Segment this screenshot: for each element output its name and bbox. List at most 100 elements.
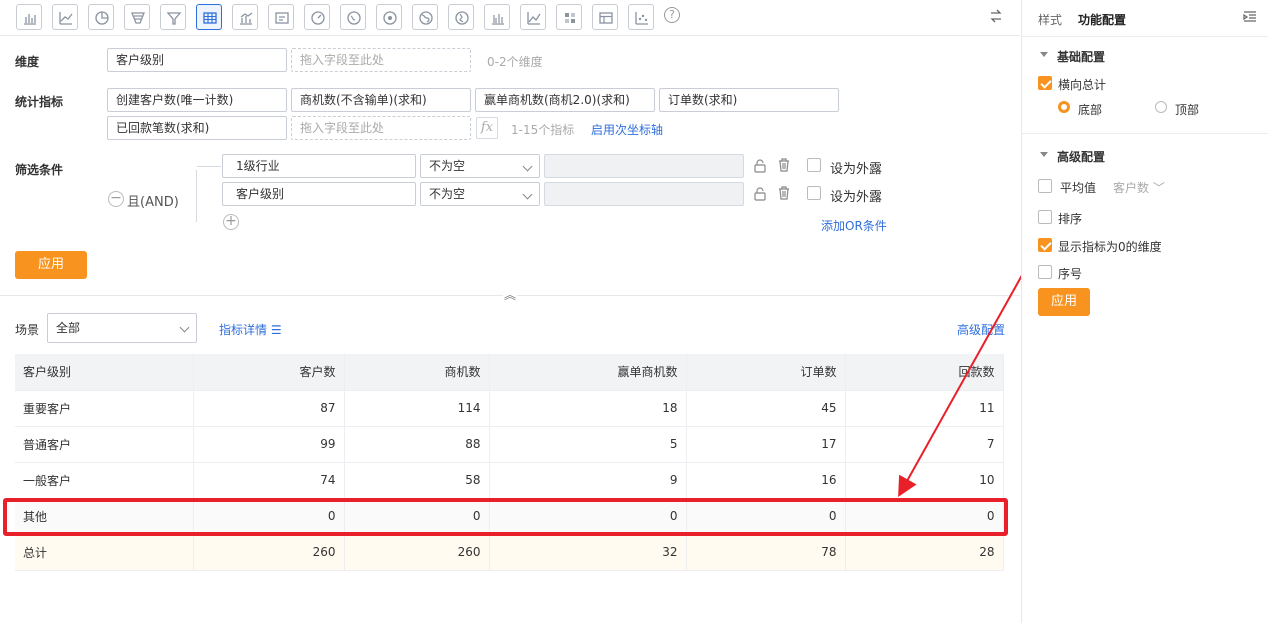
column-header[interactable]: 赢单商机数: [489, 354, 687, 391]
column-header[interactable]: 客户级别: [15, 354, 194, 391]
column-header[interactable]: 订单数: [686, 354, 846, 391]
filter-operator-select[interactable]: 不为空: [420, 154, 540, 178]
table-cell: 28: [845, 534, 1004, 571]
dimension-drop-zone[interactable]: 拖入字段至此处: [291, 48, 471, 72]
filter-label: 筛选条件: [15, 163, 64, 177]
show-zero-dims-label: 显示指标为0的维度: [1058, 240, 1162, 254]
table-cell: 5: [489, 426, 687, 463]
lock-icon[interactable]: [753, 158, 767, 177]
indicator-card-icon[interactable]: [268, 4, 294, 30]
combo-chart-icon[interactable]: [232, 4, 258, 30]
expose-checkbox[interactable]: [807, 158, 821, 172]
map-icon[interactable]: [340, 4, 366, 30]
table-cell: 45: [686, 390, 846, 427]
table-cell: 58: [344, 462, 490, 499]
heatmap-icon[interactable]: [556, 4, 582, 30]
metrics-label: 统计指标: [15, 95, 64, 109]
apply-button[interactable]: 应用: [15, 251, 87, 279]
panel-divider: [1022, 36, 1268, 37]
table-cell: 0: [193, 498, 345, 535]
pie-chart-icon[interactable]: [88, 4, 114, 30]
collapse-up-icon[interactable]: ︽: [503, 288, 517, 302]
chevron-down-icon: [179, 322, 190, 333]
tab-style[interactable]: 样式: [1038, 11, 1062, 28]
table-cell: 260: [193, 534, 345, 571]
table-row: 普通客户 99 88 5 17 7: [15, 426, 1004, 463]
table-cell: 0: [489, 498, 687, 535]
panel-apply-button[interactable]: 应用: [1038, 288, 1090, 316]
metrics-drop-zone[interactable]: 拖入字段至此处: [291, 116, 471, 140]
radio-top[interactable]: [1155, 101, 1167, 113]
metric-chip[interactable]: 已回款笔数(求和): [107, 116, 287, 140]
table-cell: 重要客户: [15, 390, 194, 427]
average-checkbox[interactable]: [1038, 179, 1052, 193]
formula-icon[interactable]: fx: [476, 117, 498, 139]
table-cell: 114: [344, 390, 490, 427]
tab-function-config[interactable]: 功能配置: [1078, 11, 1126, 28]
metric-chip[interactable]: 商机数(不含输单)(求和): [291, 88, 471, 112]
indent-icon[interactable]: [1243, 10, 1257, 27]
radio-top-label: 顶部: [1175, 103, 1200, 117]
line-chart-icon[interactable]: [52, 4, 78, 30]
trash-icon[interactable]: [777, 185, 791, 204]
table-cell: 99: [193, 426, 345, 463]
scatter-icon[interactable]: [628, 4, 654, 30]
advanced-config-link[interactable]: 高级配置: [957, 321, 1005, 338]
collapse-logic-icon[interactable]: −: [108, 191, 124, 207]
sort-checkbox[interactable]: [1038, 210, 1052, 224]
show-zero-dims-checkbox[interactable]: [1038, 238, 1052, 252]
table-icon[interactable]: [196, 4, 222, 30]
filter-value-input: [544, 182, 744, 206]
filter-value-input: [544, 154, 744, 178]
total-row: 总计 260 260 32 78 28: [15, 534, 1004, 571]
trash-icon[interactable]: [777, 157, 791, 176]
column-header[interactable]: 回款数: [845, 354, 1004, 391]
help-icon[interactable]: ?: [664, 7, 680, 23]
globe-alt-icon[interactable]: [448, 4, 474, 30]
table-cell: 18: [489, 390, 687, 427]
expose-checkbox[interactable]: [807, 186, 821, 200]
table-cell: 32: [489, 534, 687, 571]
column-header[interactable]: 商机数: [344, 354, 490, 391]
filter-field[interactable]: 1级行业: [222, 154, 416, 178]
collapse-triangle-icon[interactable]: [1040, 52, 1048, 57]
report-table: 客户级别 客户数 商机数 赢单商机数 订单数 回款数 重要客户 87 114 1…: [15, 354, 1004, 571]
filter-logic-label[interactable]: 且(AND): [127, 191, 179, 210]
add-or-condition-link[interactable]: 添加OR条件: [821, 217, 887, 234]
table-cell: 88: [344, 426, 490, 463]
filter-operator-select[interactable]: 不为空: [420, 182, 540, 206]
scene-select[interactable]: 全部: [47, 313, 197, 343]
dimension-field-chip[interactable]: 客户级别: [107, 48, 287, 72]
area-chart-icon[interactable]: [520, 4, 546, 30]
column-header[interactable]: 客户数: [193, 354, 345, 391]
table-cell: 0: [686, 498, 846, 535]
swap-icon[interactable]: [988, 8, 1004, 24]
gauge-icon[interactable]: [304, 4, 330, 30]
collapse-triangle-icon[interactable]: [1040, 152, 1048, 157]
chevron-down-icon: ﹀: [1152, 181, 1165, 195]
horizontal-total-checkbox[interactable]: [1038, 76, 1052, 90]
column-chart-icon[interactable]: [484, 4, 510, 30]
secondary-axis-link[interactable]: 启用次坐标轴: [591, 121, 663, 138]
lock-icon[interactable]: [753, 186, 767, 205]
radio-bottom[interactable]: [1058, 101, 1070, 113]
metric-chip[interactable]: 创建客户数(唯一计数): [107, 88, 287, 112]
average-metric-select: 客户数 ﹀: [1113, 181, 1165, 195]
table-cell: 16: [686, 462, 846, 499]
metric-chip[interactable]: 赢单商机数(商机2.0)(求和): [475, 88, 655, 112]
add-condition-icon[interactable]: +: [223, 214, 239, 230]
table-header-row: 客户级别 客户数 商机数 赢单商机数 订单数 回款数: [15, 354, 1004, 391]
chevron-down-icon: [522, 161, 533, 172]
funnel-alt-icon[interactable]: [160, 4, 186, 30]
map-alt-icon[interactable]: [376, 4, 402, 30]
metric-chip[interactable]: 订单数(求和): [659, 88, 839, 112]
globe-icon[interactable]: [412, 4, 438, 30]
metric-details-link[interactable]: 指标详情 ☰: [219, 321, 282, 338]
detail-table-icon[interactable]: [592, 4, 618, 30]
filter-field[interactable]: 客户级别: [222, 182, 416, 206]
funnel-icon[interactable]: [124, 4, 150, 30]
table-cell: 78: [686, 534, 846, 571]
table-cell: 74: [193, 462, 345, 499]
serial-number-checkbox[interactable]: [1038, 265, 1052, 279]
bar-chart-icon[interactable]: [16, 4, 42, 30]
